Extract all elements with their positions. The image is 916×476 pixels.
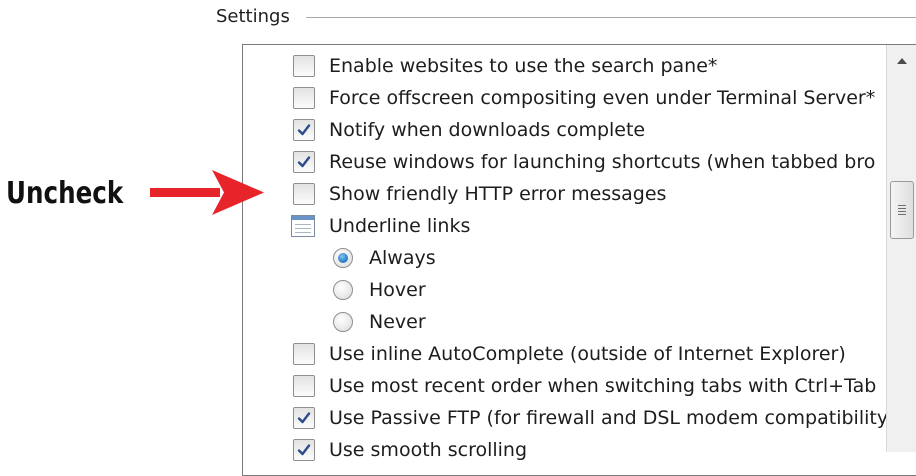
radio-hover[interactable]: Hover — [333, 275, 426, 305]
red-arrow-icon — [150, 170, 264, 215]
checkbox-checked[interactable] — [293, 119, 315, 141]
checkbox-unchecked[interactable] — [293, 375, 315, 397]
option-enable-search-pane[interactable]: Enable websites to use the search pane* — [293, 51, 717, 81]
scroll-up-arrow-icon — [897, 58, 907, 64]
radio-unselected[interactable] — [333, 312, 353, 332]
checkbox-checked[interactable] — [293, 439, 315, 461]
option-label: Always — [369, 247, 436, 269]
option-notify-downloads[interactable]: Notify when downloads complete — [293, 115, 645, 145]
option-label: Reuse windows for launching shortcuts (w… — [329, 151, 876, 173]
option-label: Never — [369, 311, 426, 333]
radio-always[interactable]: Always — [333, 243, 436, 273]
checkbox-checked[interactable] — [293, 151, 315, 173]
group-underline-links: Underline links — [291, 211, 470, 241]
radio-selected[interactable] — [333, 248, 353, 268]
check-icon — [297, 156, 311, 168]
option-label: Hover — [369, 279, 426, 301]
check-icon — [297, 444, 311, 456]
option-smooth-scrolling[interactable]: Use smooth scrolling — [293, 435, 527, 465]
settings-group-icon — [291, 215, 315, 237]
radio-never[interactable]: Never — [333, 307, 426, 337]
group-divider — [306, 17, 916, 18]
option-label: Enable websites to use the search pane* — [329, 55, 718, 77]
option-recent-order-tabs[interactable]: Use most recent order when switching tab… — [293, 371, 876, 401]
option-label: Use most recent order when switching tab… — [329, 375, 877, 397]
scroll-grip-icon — [898, 205, 906, 215]
option-passive-ftp[interactable]: Use Passive FTP (for firewall and DSL mo… — [293, 403, 888, 433]
checkbox-unchecked[interactable] — [293, 55, 315, 77]
checkbox-unchecked[interactable] — [293, 87, 315, 109]
option-label: Notify when downloads complete — [329, 119, 646, 141]
option-label: Use inline AutoComplete (outside of Inte… — [329, 343, 846, 365]
radio-unselected[interactable] — [333, 280, 353, 300]
checkbox-unchecked[interactable] — [293, 183, 315, 205]
option-label: Use smooth scrolling — [329, 439, 528, 461]
settings-group-label: Settings — [216, 6, 300, 27]
scroll-up-button[interactable] — [887, 45, 916, 77]
option-label: Use Passive FTP (for firewall and DSL mo… — [329, 407, 889, 429]
vertical-scrollbar[interactable] — [886, 45, 916, 452]
scroll-thumb[interactable] — [890, 181, 914, 239]
annotation-uncheck: Uncheck — [6, 176, 124, 211]
option-force-offscreen-compositing[interactable]: Force offscreen compositing even under T… — [293, 83, 875, 113]
option-reuse-windows[interactable]: Reuse windows for launching shortcuts (w… — [293, 147, 875, 177]
group-label: Underline links — [329, 215, 471, 237]
check-icon — [297, 124, 311, 136]
option-friendly-http-errors[interactable]: Show friendly HTTP error messages — [293, 179, 666, 209]
checkbox-unchecked[interactable] — [293, 343, 315, 365]
option-label: Show friendly HTTP error messages — [329, 183, 667, 205]
checkbox-checked[interactable] — [293, 407, 315, 429]
check-icon — [297, 412, 311, 424]
option-inline-autocomplete[interactable]: Use inline AutoComplete (outside of Inte… — [293, 339, 846, 369]
option-label: Force offscreen compositing even under T… — [329, 87, 876, 109]
settings-list[interactable]: Enable websites to use the search pane* … — [242, 44, 916, 476]
